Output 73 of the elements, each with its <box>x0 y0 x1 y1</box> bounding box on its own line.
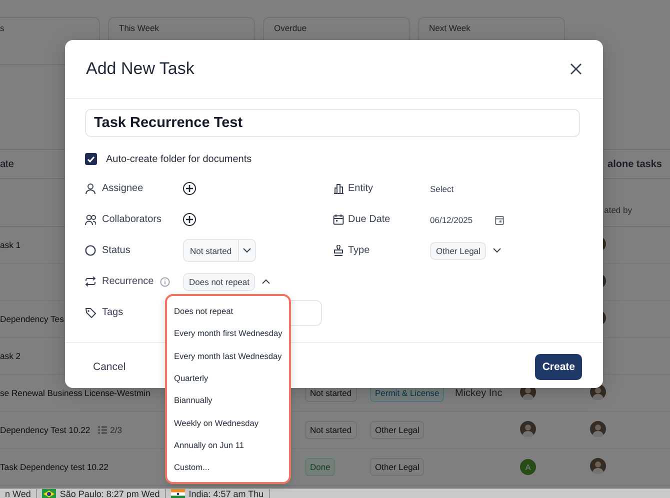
select-field[interactable]: Select <box>430 184 454 194</box>
field-label: Assignee <box>102 183 144 194</box>
menu-option[interactable]: Custom... <box>167 456 289 478</box>
building-icon <box>333 183 344 194</box>
cancel-button[interactable]: Cancel <box>93 356 126 376</box>
stat-label: Next Week <box>429 23 470 33</box>
select-field[interactable]: Other Legal <box>430 242 486 260</box>
avatar: A <box>520 459 536 475</box>
person-icon <box>85 183 96 194</box>
type-tag: Other Legal <box>370 421 424 439</box>
status-badge: Done <box>305 458 336 476</box>
task-title[interactable]: Dependency Test 10.22 <box>0 425 90 435</box>
stat-label: This Week <box>119 23 159 33</box>
plus-icon <box>186 216 193 223</box>
flag-icon <box>42 489 56 498</box>
select-field[interactable]: Does not repeat <box>183 272 256 290</box>
checkbox-label: Auto-create folder for documents <box>106 154 252 164</box>
section-title: alone tasks <box>608 158 663 170</box>
menu-option[interactable]: Biannually <box>167 389 289 412</box>
checkbox[interactable] <box>85 153 97 165</box>
field-label: Due Date <box>348 214 390 225</box>
task-title[interactable]: ask 1 <box>0 240 21 250</box>
menu-option[interactable]: Weekly on Wednesday <box>167 411 289 434</box>
column-header: ated by <box>604 204 632 214</box>
task-name-field[interactable]: Task Recurrence Test <box>85 109 580 137</box>
add-button[interactable] <box>183 213 196 226</box>
tag-icon <box>85 307 96 318</box>
type-tag: Other Legal <box>370 458 424 476</box>
caret-icon[interactable] <box>262 279 270 284</box>
field-label: Tags <box>102 307 124 318</box>
task-title[interactable]: Task Dependency test 10.22 <box>0 462 108 472</box>
avatar <box>520 420 536 436</box>
clock-text: São Paulo: 8:27 pm Wed <box>60 489 160 498</box>
menu-option[interactable]: Every month first Wednesday <box>167 322 289 345</box>
task-title[interactable]: Dependency Tes <box>0 314 64 324</box>
caret-icon[interactable] <box>493 248 502 253</box>
plus-icon <box>186 185 193 192</box>
add-button[interactable] <box>183 182 196 195</box>
create-button[interactable]: Create <box>535 354 582 380</box>
check-icon <box>87 156 95 162</box>
calendar-icon <box>333 214 344 225</box>
caret-icon <box>242 248 251 253</box>
field-label: Collaborators <box>102 214 162 225</box>
avatar <box>590 420 606 436</box>
field-label: Type <box>348 245 370 256</box>
task-title[interactable]: ask 2 <box>0 351 21 361</box>
clock-text: n Wed <box>5 489 31 498</box>
field-label: Status <box>102 245 130 256</box>
clock-text: India: 4:57 am Thu <box>188 489 264 498</box>
close-icon[interactable] <box>570 63 582 75</box>
dialog-title: Add New Task <box>86 59 194 79</box>
calendar-icon[interactable] <box>494 214 504 224</box>
menu-option[interactable]: Every month last Wednesday <box>167 344 289 367</box>
field-label: Entity <box>348 183 374 194</box>
task-title[interactable]: se Renewal Business License-Westmin <box>0 388 150 398</box>
stat-label: Overdue <box>274 23 307 33</box>
circle-icon <box>85 245 96 256</box>
checklist-icon <box>98 426 108 434</box>
field-label: Recurrence <box>102 276 154 287</box>
status-badge: Not started <box>305 421 357 439</box>
stamp-icon <box>333 245 344 256</box>
subtask-count: 2/3 <box>110 425 122 435</box>
date-field[interactable]: 06/12/2025 <box>430 214 473 224</box>
repeat-icon <box>85 276 96 287</box>
stat-label: s <box>0 23 4 33</box>
menu-option[interactable]: Annually on Jun 11 <box>167 434 289 456</box>
menu-option[interactable]: Does not repeat <box>167 300 289 322</box>
menu-option[interactable]: Quarterly <box>167 366 289 390</box>
people-icon <box>85 214 96 225</box>
entity-name: Mickey Inc <box>455 388 502 398</box>
avatar <box>590 458 606 474</box>
column-header: ate <box>0 158 14 170</box>
status-select[interactable]: Not started <box>183 239 256 262</box>
